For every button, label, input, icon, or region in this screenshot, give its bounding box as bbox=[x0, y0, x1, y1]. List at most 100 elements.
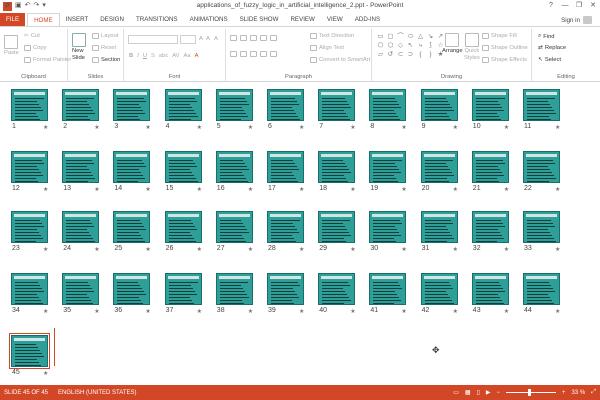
slide-thumbnail[interactable] bbox=[62, 151, 100, 183]
slide-thumbnail[interactable] bbox=[11, 89, 48, 121]
slide-thumbnail[interactable] bbox=[11, 151, 48, 183]
slide-thumbnail[interactable] bbox=[318, 211, 356, 243]
slide-thumbnail[interactable] bbox=[62, 89, 100, 121]
shape-option[interactable]: ⤷ bbox=[416, 42, 425, 50]
undo-icon[interactable]: ↶ bbox=[25, 1, 31, 11]
align-left-icon[interactable] bbox=[230, 51, 237, 57]
slide-thumbnail[interactable] bbox=[523, 211, 560, 243]
slide-thumbnail[interactable] bbox=[471, 211, 509, 243]
shrink-font-button[interactable]: A bbox=[206, 36, 210, 42]
tab-insert[interactable]: INSERT bbox=[60, 13, 95, 26]
slide-thumbnail[interactable] bbox=[267, 89, 304, 121]
slideshow-view-icon[interactable]: ▶ bbox=[486, 389, 491, 396]
shape-option[interactable]: ⬭ bbox=[406, 33, 415, 41]
slide-thumbnail[interactable] bbox=[62, 273, 100, 305]
grow-font-button[interactable]: A bbox=[199, 36, 203, 42]
slide-thumbnail[interactable] bbox=[369, 89, 407, 121]
shape-option[interactable]: ⬠ bbox=[376, 42, 385, 50]
shape-option[interactable]: ⬡ bbox=[386, 42, 395, 50]
line-spacing-icon[interactable] bbox=[270, 35, 277, 41]
slide-thumbnail[interactable] bbox=[113, 211, 151, 243]
bold-button[interactable]: B bbox=[129, 53, 133, 59]
select-button[interactable]: ↖ Select bbox=[538, 57, 561, 63]
shapes-gallery[interactable]: ▭ ▢ ⌒ ⬭ △ ↘ ↗ ⬠ ⬡ ◇ ↖ ⤷ ⟆ ☆ ▱ ↺ ⊂ ⊃{} ★ bbox=[376, 33, 445, 59]
slide-thumbnail[interactable] bbox=[164, 89, 202, 121]
shape-option[interactable]: ↘ bbox=[426, 33, 435, 41]
restore-icon[interactable]: ❐ bbox=[572, 0, 586, 11]
customize-icon[interactable]: ▾ bbox=[42, 1, 46, 11]
slide-thumbnail[interactable] bbox=[215, 273, 253, 305]
shape-option[interactable]: ⌒ bbox=[396, 33, 405, 41]
shadow-button[interactable]: abc bbox=[159, 53, 168, 59]
tab-transitions[interactable]: TRANSITIONS bbox=[130, 13, 184, 26]
shape-option[interactable]: ↺ bbox=[386, 51, 395, 59]
text-direction-button[interactable]: Text Direction bbox=[310, 33, 354, 39]
slide-thumbnail[interactable] bbox=[215, 151, 253, 183]
reset-button[interactable]: Reset bbox=[92, 45, 116, 51]
slide-thumbnail[interactable] bbox=[471, 273, 509, 305]
shape-option[interactable]: } bbox=[426, 51, 435, 59]
normal-view-icon[interactable]: ▭ bbox=[453, 389, 459, 396]
slide-thumbnail[interactable] bbox=[215, 89, 253, 121]
tab-design[interactable]: DESIGN bbox=[94, 13, 130, 26]
fit-slide-icon[interactable]: ⤢ bbox=[591, 389, 596, 396]
copy-button[interactable]: Copy bbox=[24, 45, 47, 51]
slide-thumbnail[interactable] bbox=[267, 211, 304, 243]
layout-button[interactable]: Layout bbox=[92, 33, 118, 39]
shape-option[interactable]: ⊂ bbox=[396, 51, 405, 59]
justify-icon[interactable] bbox=[260, 51, 267, 57]
slide-thumbnail[interactable] bbox=[164, 211, 202, 243]
slide-thumbnail[interactable] bbox=[523, 273, 560, 305]
arrange-button[interactable]: Arrange bbox=[442, 33, 463, 54]
slide-thumbnail[interactable] bbox=[318, 89, 356, 121]
sorter-view-icon[interactable]: ▦ bbox=[465, 389, 471, 396]
slide-thumbnail[interactable] bbox=[420, 211, 458, 243]
convert-smartart-button[interactable]: Convert to SmartArt bbox=[310, 57, 370, 63]
shape-option[interactable]: ▢ bbox=[386, 33, 395, 41]
slide-thumbnail[interactable] bbox=[471, 151, 509, 183]
slide-thumbnail[interactable] bbox=[318, 273, 356, 305]
new-slide-button[interactable]: New Slide bbox=[72, 33, 86, 61]
font-name-input[interactable] bbox=[128, 35, 178, 44]
slide-thumbnail[interactable] bbox=[369, 211, 407, 243]
shape-option[interactable]: ⊃ bbox=[406, 51, 415, 59]
tab-add-ins[interactable]: ADD-INS bbox=[349, 13, 386, 26]
zoom-in-icon[interactable]: + bbox=[562, 390, 566, 396]
font-size-input[interactable] bbox=[180, 35, 196, 44]
slide-thumbnail[interactable] bbox=[113, 273, 151, 305]
shape-option[interactable]: △ bbox=[416, 33, 425, 41]
align-right-icon[interactable] bbox=[250, 51, 257, 57]
sign-in[interactable]: Sign in bbox=[561, 16, 592, 24]
find-button[interactable]: ⌕ Find bbox=[538, 33, 555, 40]
help-icon[interactable]: ? bbox=[544, 0, 558, 11]
slide-thumbnail[interactable] bbox=[523, 89, 560, 121]
bullets-icon[interactable] bbox=[230, 35, 237, 41]
slide-thumbnail[interactable] bbox=[420, 89, 458, 121]
shape-option[interactable]: ▱ bbox=[376, 51, 385, 59]
strikethrough-button[interactable]: S bbox=[151, 53, 155, 59]
zoom-slider[interactable] bbox=[505, 389, 556, 396]
columns-icon[interactable] bbox=[270, 51, 277, 57]
close-icon[interactable]: ✕ bbox=[586, 0, 600, 11]
italic-button[interactable]: I bbox=[137, 53, 139, 59]
slide-thumbnail[interactable] bbox=[215, 211, 253, 243]
slide-thumbnail[interactable] bbox=[318, 151, 356, 183]
slide-thumbnail[interactable] bbox=[62, 211, 100, 243]
change-case-button[interactable]: Aa bbox=[184, 53, 191, 59]
shape-option[interactable]: ◇ bbox=[396, 42, 405, 50]
font-color-button[interactable]: A bbox=[195, 53, 199, 59]
slide-thumbnail[interactable] bbox=[267, 151, 304, 183]
paste-button[interactable]: Paste bbox=[4, 35, 19, 56]
underline-button[interactable]: U bbox=[143, 53, 147, 59]
shape-option[interactable]: ▭ bbox=[376, 33, 385, 41]
redo-icon[interactable]: ↷ bbox=[34, 1, 40, 11]
zoom-level[interactable]: 33 % bbox=[572, 390, 586, 396]
slide-thumbnail[interactable] bbox=[420, 151, 458, 183]
slide-thumbnail[interactable] bbox=[164, 273, 202, 305]
tab-file[interactable]: FILE bbox=[0, 13, 26, 26]
shape-option[interactable]: ↖ bbox=[406, 42, 415, 50]
reading-view-icon[interactable]: ▯ bbox=[477, 389, 480, 396]
decrease-indent-icon[interactable] bbox=[250, 35, 257, 41]
shape-option[interactable]: { bbox=[416, 51, 425, 59]
slide-thumbnail[interactable] bbox=[11, 273, 48, 305]
